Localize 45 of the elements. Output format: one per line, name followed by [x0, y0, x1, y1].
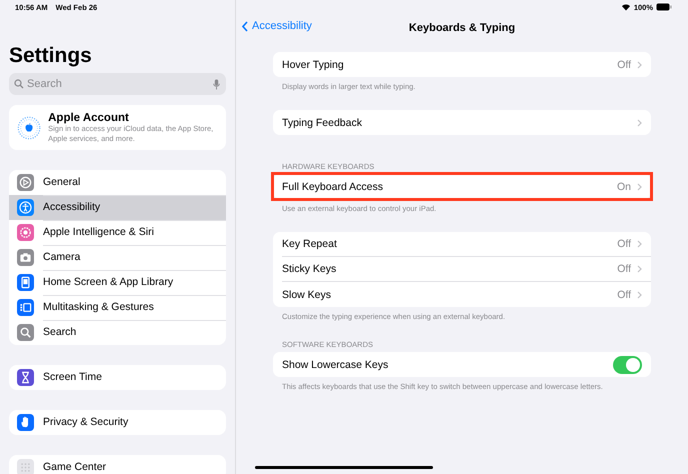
chevron-icon [637, 182, 642, 190]
sidebar-item[interactable]: Multitasking & Gestures [9, 295, 226, 320]
chevron-icon [637, 240, 642, 248]
microphone-icon[interactable] [213, 79, 220, 90]
settings-row[interactable]: Full Keyboard Access On [273, 174, 651, 199]
sidebar-item[interactable]: Apple Intelligence & Siri [9, 220, 226, 245]
settings-row[interactable]: Typing Feedback [282, 110, 651, 135]
account-name: Apple Account [48, 112, 130, 124]
back-button[interactable]: Accessibility [242, 20, 312, 32]
battery-icon [656, 3, 672, 11]
row-value: On [616, 180, 631, 192]
row-value: Off [617, 238, 631, 250]
sidebar-item[interactable]: Camera [9, 245, 226, 270]
sidebar-item[interactable]: Game Center [9, 455, 226, 474]
row-label: Typing Feedback [282, 116, 363, 128]
chevron-icon [637, 265, 642, 273]
chevron-icon [637, 60, 642, 68]
settings-row[interactable]: Show Lowercase Keys [282, 352, 651, 377]
row-label: Show Lowercase Keys [282, 358, 390, 370]
row-value: Off [617, 58, 631, 70]
row-label: Sticky Keys [282, 263, 338, 275]
settings-row[interactable]: Key Repeat Off [282, 232, 651, 257]
row-label: Slow Keys [282, 288, 332, 300]
settings-row[interactable]: Slow Keys Off [282, 282, 651, 307]
row-value: Off [617, 288, 631, 300]
row-label: Hover Typing [282, 58, 345, 70]
search-icon [14, 79, 24, 89]
page-title: Keyboards & Typing [408, 22, 516, 34]
sidebar-item[interactable]: Home Screen & App Library [9, 270, 226, 295]
sidebar-item[interactable]: Search [9, 320, 226, 345]
search-field[interactable]: Search [9, 73, 226, 95]
row-value: Off [617, 263, 631, 275]
sidebar-item[interactable]: Accessibility [9, 195, 226, 220]
chevron-icon [637, 290, 642, 298]
sidebar-title: Settings [9, 44, 93, 68]
settings-row[interactable]: Sticky Keys Off [282, 257, 651, 282]
row-label: Key Repeat [282, 238, 338, 250]
chevron-icon [637, 118, 642, 126]
settings-row[interactable]: Hover Typing Off [282, 52, 651, 77]
wifi-icon [620, 3, 631, 11]
toggle-switch[interactable] [613, 356, 642, 374]
sidebar-item[interactable]: Privacy & Security [9, 410, 226, 435]
row-label: Full Keyboard Access [282, 180, 384, 192]
chevron-left-icon [242, 20, 248, 32]
sidebar-item[interactable]: Screen Time [9, 365, 226, 390]
